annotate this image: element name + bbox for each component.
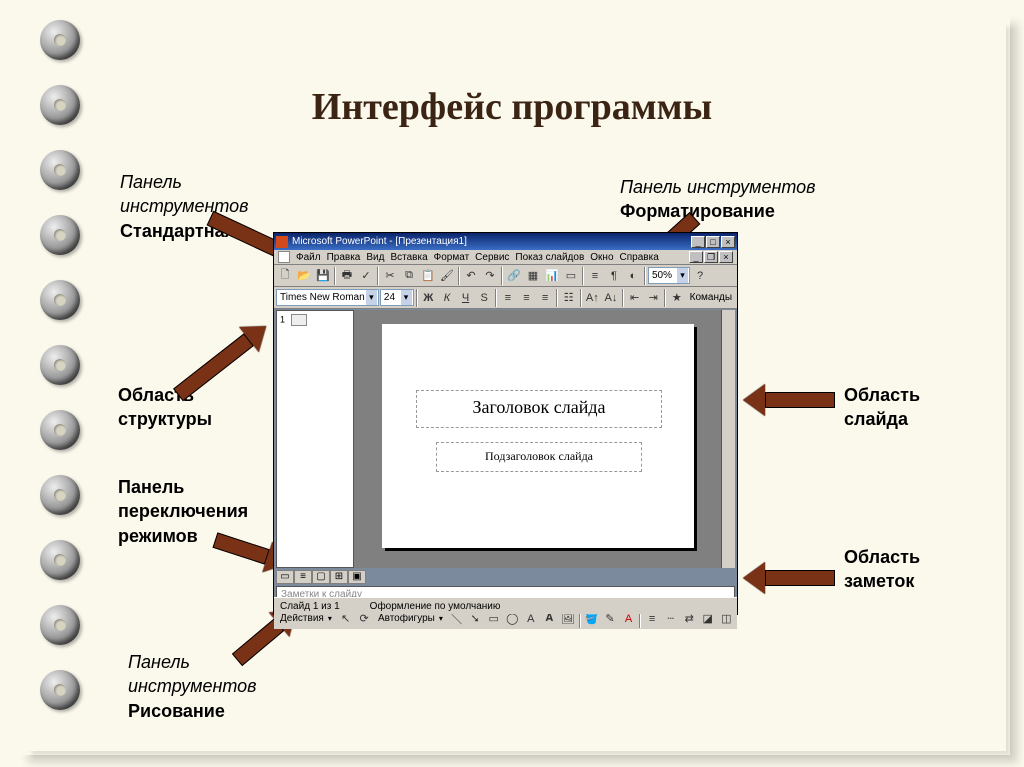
save-icon[interactable]: 💾 <box>314 267 332 285</box>
undo-icon[interactable]: ↶ <box>462 267 480 285</box>
standard-toolbar[interactable]: 🗋 📂 💾 🖶 ✓ ✂ ⧉ 📋 🖌 ↶ ↷ 🔗 ▦ 📊 ▭ ≡ ¶ ◐ 50% … <box>274 265 737 287</box>
label-outline-area: Область структуры <box>118 383 212 432</box>
font-size-combo[interactable]: 24 <box>380 289 414 306</box>
minimize-button[interactable]: _ <box>691 236 705 248</box>
increase-font-icon[interactable]: A↑ <box>584 289 602 307</box>
close-button[interactable]: × <box>721 236 735 248</box>
titlebar[interactable]: Microsoft PowerPoint - [Презентация1] _ … <box>274 233 737 250</box>
bold-icon[interactable]: Ж <box>420 289 438 307</box>
outline-slide-number: 1 <box>280 314 285 324</box>
demote-icon[interactable]: ⇥ <box>644 289 662 307</box>
slide-view-icon[interactable]: ▢ <box>312 570 330 584</box>
menu-slideshow[interactable]: Показ слайдов <box>515 252 584 263</box>
menu-bar[interactable]: Файл Правка Вид Вставка Формат Сервис По… <box>274 250 737 265</box>
italic-icon[interactable]: К <box>438 289 456 307</box>
copy-icon[interactable]: ⧉ <box>400 267 418 285</box>
table-icon[interactable]: ▦ <box>524 267 542 285</box>
status-slide-count: Слайд 1 из 1 <box>280 601 340 612</box>
new-slide-icon[interactable]: ▭ <box>562 267 580 285</box>
grayscale-icon[interactable]: ◐ <box>624 267 642 285</box>
window-title: Microsoft PowerPoint - [Презентация1] <box>292 236 467 247</box>
bullets-icon[interactable]: ☷ <box>560 289 578 307</box>
zoom-combo[interactable]: 50% <box>648 267 690 284</box>
doc-close-button[interactable]: × <box>719 251 733 263</box>
slide-canvas[interactable]: Заголовок слайда Подзаголовок слайда <box>382 324 694 548</box>
outline-view-icon[interactable]: ≡ <box>294 570 312 584</box>
help-icon[interactable]: ? <box>691 267 709 285</box>
outline-pane[interactable]: 1 <box>276 310 354 568</box>
shadow-icon[interactable]: S <box>475 289 493 307</box>
label-notes-area: Область заметок <box>844 545 920 594</box>
page-title: Интерфейс программы <box>0 85 1024 129</box>
status-bar: Слайд 1 из 1 Оформление по умолчанию <box>274 597 737 614</box>
title-placeholder[interactable]: Заголовок слайда <box>416 390 662 428</box>
hyperlink-icon[interactable]: 🔗 <box>505 267 523 285</box>
menu-edit[interactable]: Правка <box>327 252 361 263</box>
menu-window[interactable]: Окно <box>590 252 613 263</box>
show-formatting-icon[interactable]: ¶ <box>605 267 623 285</box>
chart-icon[interactable]: 📊 <box>543 267 561 285</box>
font-name-combo[interactable]: Times New Roman <box>276 289 379 306</box>
menu-help[interactable]: Справка <box>620 252 659 263</box>
view-buttons[interactable]: ▭ ≡ ▢ ⊞ ▣ <box>276 570 366 584</box>
expand-icon[interactable]: ≡ <box>586 267 604 285</box>
menu-tools[interactable]: Сервис <box>475 252 509 263</box>
label-slide-area: Область слайда <box>844 383 920 432</box>
label-format-toolbar: Панель инструментов Форматирование <box>620 175 816 224</box>
subtitle-placeholder[interactable]: Подзаголовок слайда <box>436 442 642 472</box>
vertical-scrollbar[interactable] <box>721 310 735 568</box>
slide-pane[interactable]: Заголовок слайда Подзаголовок слайда <box>354 310 735 568</box>
status-template: Оформление по умолчанию <box>370 601 501 612</box>
redo-icon[interactable]: ↷ <box>481 267 499 285</box>
normal-view-icon[interactable]: ▭ <box>276 570 294 584</box>
format-painter-icon[interactable]: 🖌 <box>438 267 456 285</box>
paste-icon[interactable]: 📋 <box>419 267 437 285</box>
menu-view[interactable]: Вид <box>366 252 384 263</box>
menu-format[interactable]: Формат <box>434 252 470 263</box>
slideshow-view-icon[interactable]: ▣ <box>348 570 366 584</box>
doc-restore-button[interactable]: ❐ <box>704 251 718 263</box>
menu-file[interactable]: Файл <box>296 252 321 263</box>
powerpoint-window: Microsoft PowerPoint - [Презентация1] _ … <box>273 232 738 615</box>
promote-icon[interactable]: ⇤ <box>626 289 644 307</box>
underline-icon[interactable]: Ч <box>457 289 475 307</box>
align-center-icon[interactable]: ≡ <box>518 289 536 307</box>
work-area: 1 Заголовок слайда Подзаголовок слайда <box>276 310 735 568</box>
app-icon <box>276 236 288 248</box>
formatting-toolbar[interactable]: Times New Roman 24 Ж К Ч S ≡ ≡ ≡ ☷ A↑ A↓… <box>274 287 737 309</box>
spellcheck-icon[interactable]: ✓ <box>357 267 375 285</box>
slide-thumb-icon[interactable] <box>291 314 307 326</box>
common-tasks-button[interactable]: Команды <box>687 291 735 304</box>
cut-icon[interactable]: ✂ <box>381 267 399 285</box>
sorter-view-icon[interactable]: ⊞ <box>330 570 348 584</box>
document-icon <box>278 251 290 263</box>
new-icon[interactable]: 🗋 <box>276 267 294 285</box>
decrease-font-icon[interactable]: A↓ <box>602 289 620 307</box>
print-icon[interactable]: 🖶 <box>338 267 356 285</box>
menu-insert[interactable]: Вставка <box>390 252 427 263</box>
align-right-icon[interactable]: ≡ <box>536 289 554 307</box>
animation-icon[interactable]: ★ <box>668 289 686 307</box>
align-left-icon[interactable]: ≡ <box>499 289 517 307</box>
maximize-button[interactable]: □ <box>706 236 720 248</box>
open-icon[interactable]: 📂 <box>295 267 313 285</box>
doc-minimize-button[interactable]: _ <box>689 251 703 263</box>
